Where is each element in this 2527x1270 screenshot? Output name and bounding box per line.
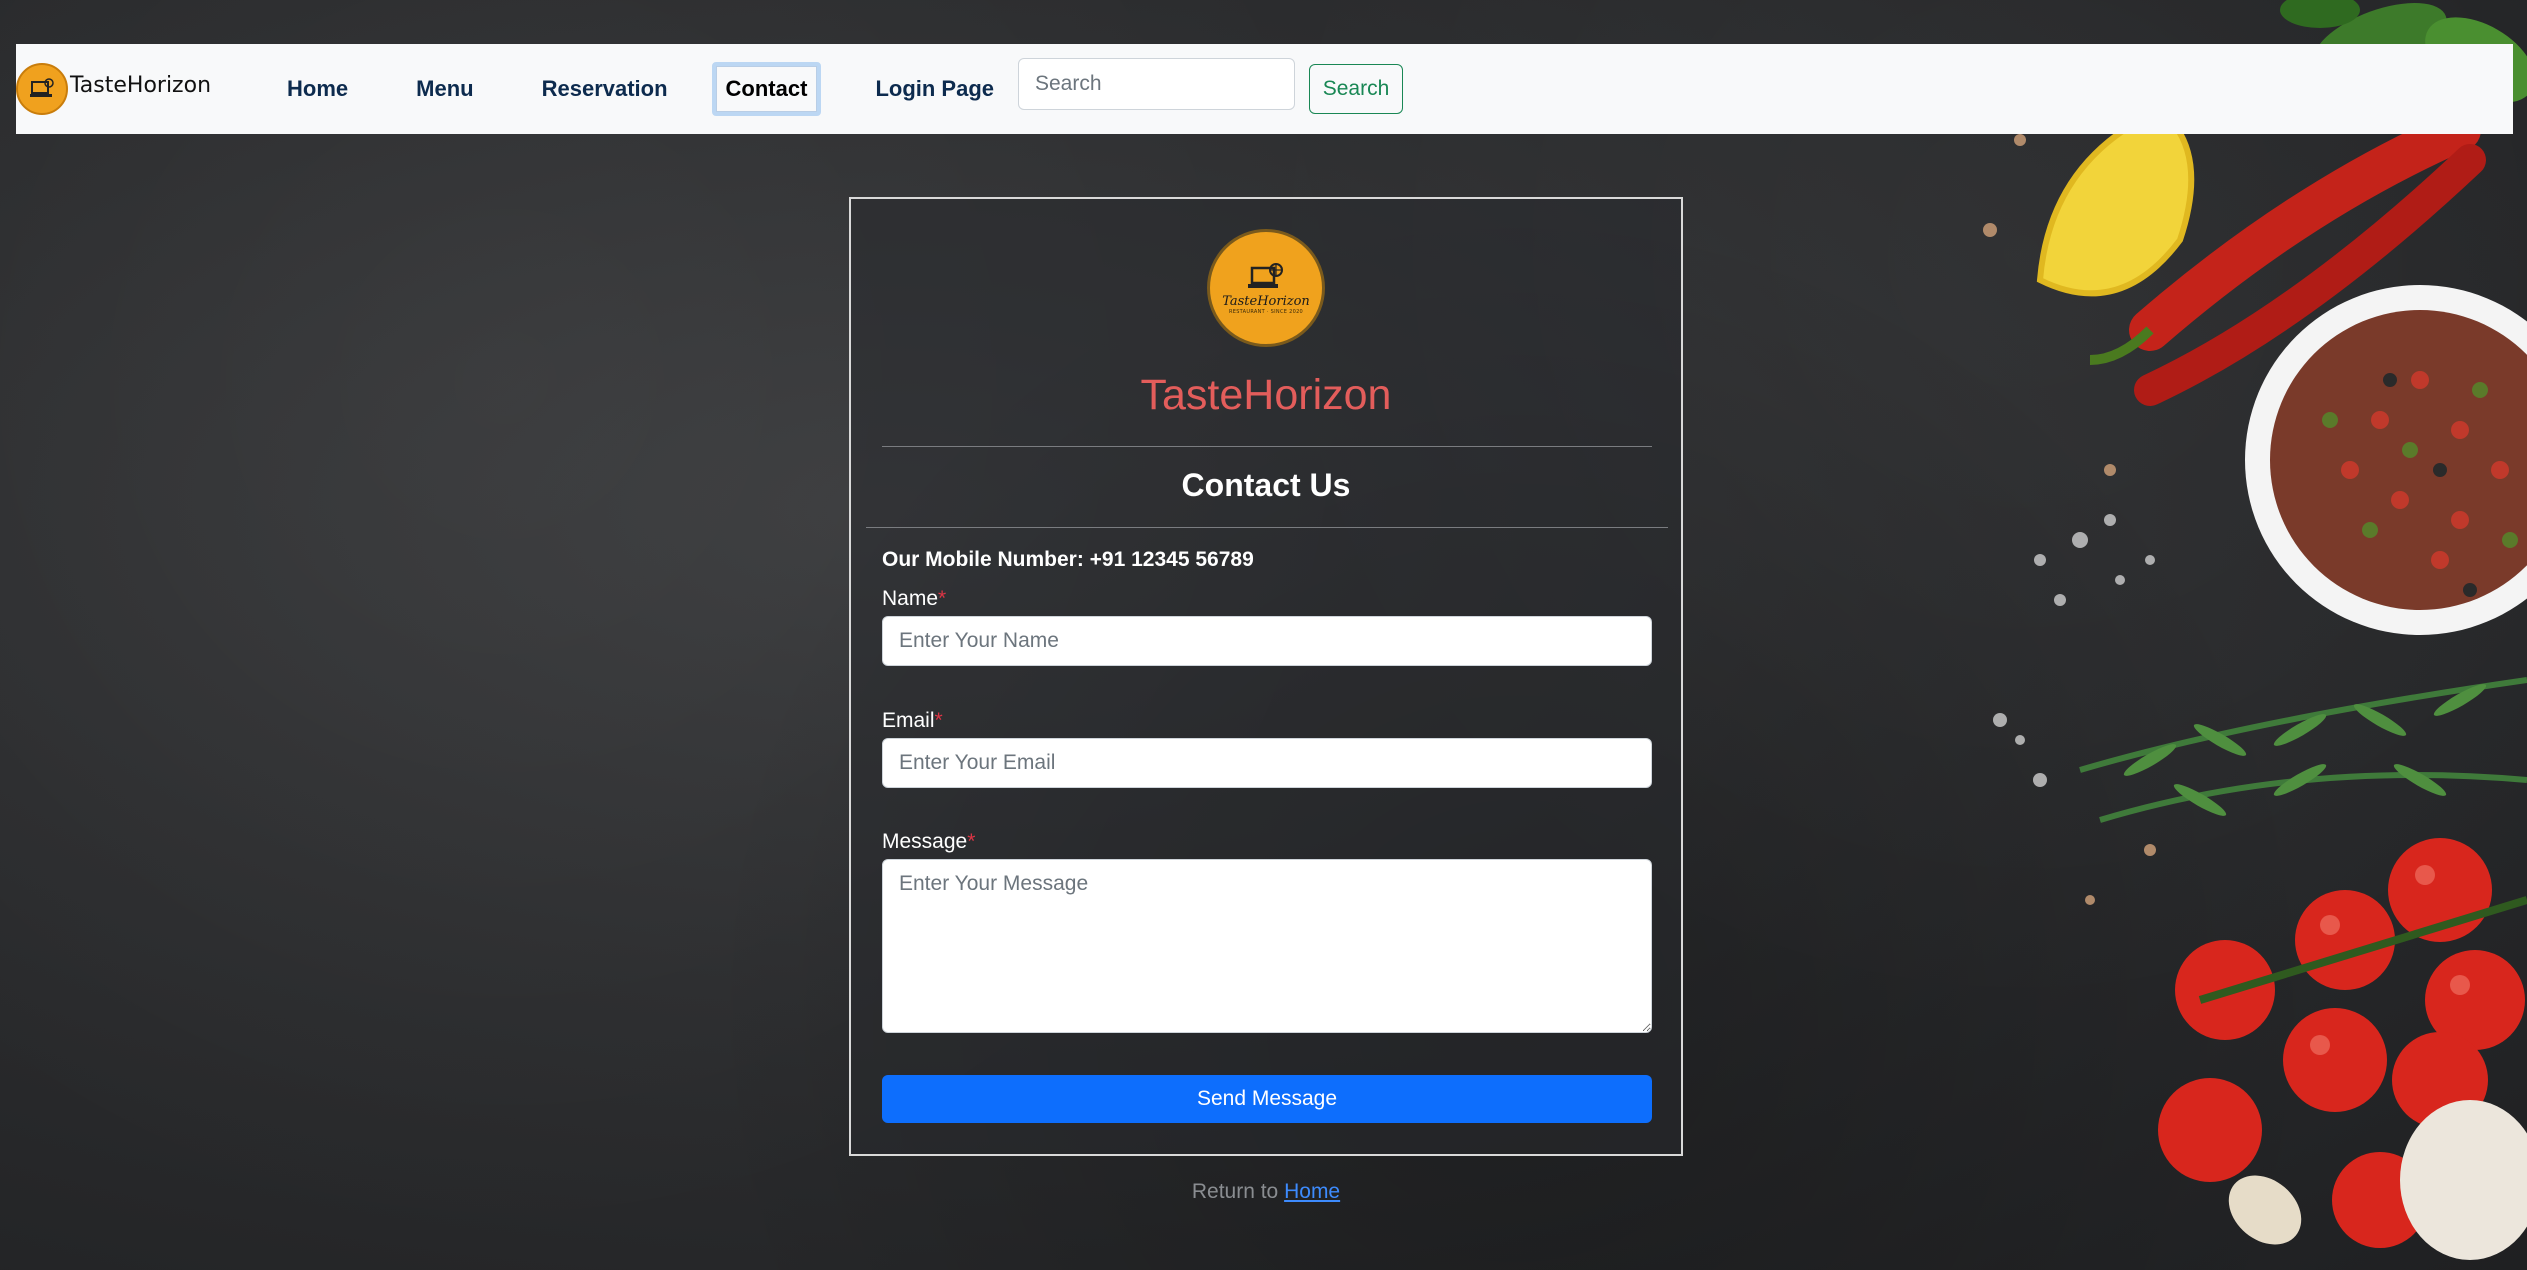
divider: [882, 446, 1652, 447]
card-logo-subtext: RESTAURANT · SINCE 2020: [1228, 308, 1304, 315]
nav-link-home[interactable]: Home: [273, 64, 362, 114]
required-marker: *: [938, 587, 947, 610]
nav-link-login[interactable]: Login Page: [861, 64, 1008, 114]
email-label: Email*: [882, 709, 943, 732]
name-label: Name*: [882, 587, 947, 610]
send-message-button[interactable]: Send Message: [882, 1075, 1652, 1123]
message-label: Message*: [882, 830, 976, 853]
required-marker: *: [934, 709, 943, 732]
nav-link-contact[interactable]: Contact: [711, 62, 822, 116]
return-label: Return to: [1191, 1180, 1279, 1203]
page-title: Contact Us: [1181, 467, 1351, 503]
nav-link-reservation[interactable]: Reservation: [528, 64, 682, 114]
top-navbar: TasteHorizon Home Menu Reservation Conta…: [16, 44, 2513, 134]
card-logo-icon: TasteHorizon RESTAURANT · SINCE 2020: [1207, 229, 1325, 347]
navbar-brand-name[interactable]: TasteHorizon: [70, 73, 211, 98]
card-logo-text: TasteHorizon: [1222, 293, 1310, 309]
card-brand-title: TasteHorizon: [1140, 371, 1392, 419]
message-field[interactable]: [882, 859, 1652, 1033]
return-home-text: Return to Home: [849, 1180, 1683, 1204]
contact-card: TasteHorizon RESTAURANT · SINCE 2020 Tas…: [849, 197, 1683, 1156]
search-input[interactable]: [1018, 58, 1295, 110]
navbar-brand[interactable]: TasteHorizon: [16, 44, 211, 134]
brand-logo-icon[interactable]: [16, 63, 68, 115]
nav-link-menu[interactable]: Menu: [402, 64, 487, 114]
return-home-link[interactable]: Home: [1284, 1180, 1340, 1203]
nav-links: Home Menu Reservation Contact Login Page: [273, 44, 1008, 134]
required-marker: *: [967, 830, 976, 853]
divider: [866, 527, 1668, 528]
name-field[interactable]: [882, 616, 1652, 666]
email-field[interactable]: [882, 738, 1652, 788]
search-button[interactable]: Search: [1309, 64, 1403, 114]
mobile-number: Our Mobile Number: +91 12345 56789: [882, 548, 1254, 571]
